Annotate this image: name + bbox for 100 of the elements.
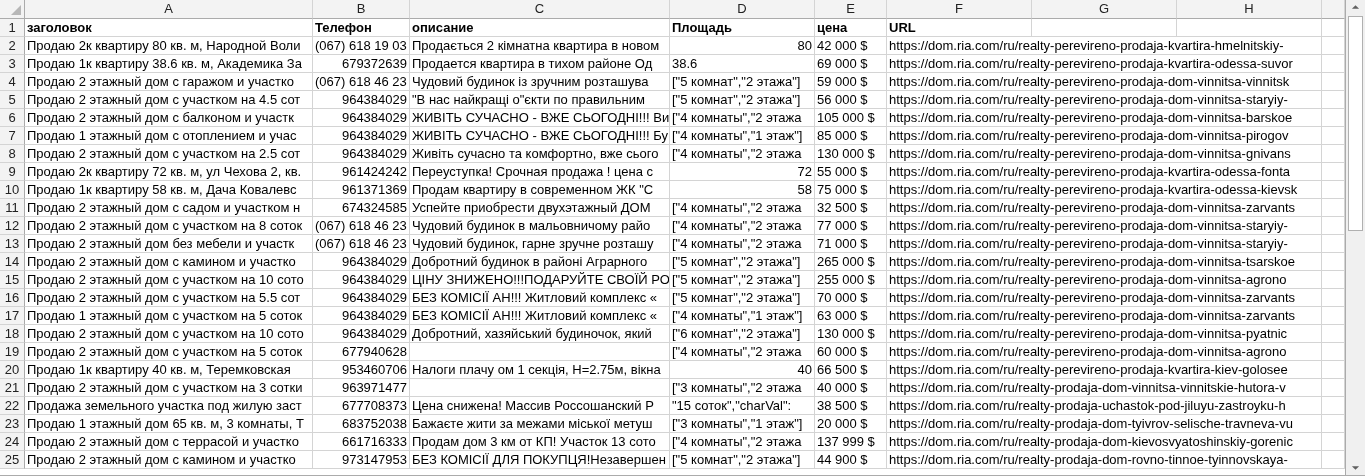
row-header[interactable]: 16 <box>0 289 25 307</box>
table-cell: (067) 618 46 23 <box>315 218 407 233</box>
table-cell: 964384029 <box>341 110 407 125</box>
table-cell: https://dom.ria.com/ru/realty-perevireno-prodaja-kvartira-odessa-fonta <box>889 164 1290 179</box>
row-header[interactable]: 13 <box>0 235 25 253</box>
row-header[interactable]: 8 <box>0 145 25 163</box>
table-cell: ЦІНУ ЗНИЖЕНО!!!ПОДАРУЙТЕ СВОЇЙ РО <box>412 272 669 287</box>
table-cell: Чудовий будинок в мальовничому райо <box>412 218 651 233</box>
table-cell: БЕЗ КОМІСІЇ АН!!! Житловий комплекс « <box>412 290 658 305</box>
table-cell: Цена снижена! Массив Россошанский Р <box>412 398 654 413</box>
table-cell: Продаю 2 этажный дом с участком на 8 соток <box>27 218 303 233</box>
scroll-up-icon[interactable] <box>1351 4 1360 10</box>
table-cell: https://dom.ria.com/ru/realty-perevireno-prodaja-dom-vinnitsa-pirogov <box>889 128 1289 143</box>
table-cell: Продаю 1к квартиру 38.6 кв. м, Академика За <box>27 56 302 71</box>
scroll-down-icon[interactable] <box>1351 465 1360 471</box>
table-cell: 964384029 <box>341 254 407 269</box>
table-cell: Продаю 2 этажный дом с участком на 3 сотки <box>27 380 303 395</box>
table-cell: Продаю 2 этажный дом с террасой и участко <box>27 434 299 449</box>
table-cell: Живіть сучасно та комфортно, вже сього <box>412 146 659 161</box>
table-cell: Бажаєте жити за межами міської метуш <box>412 416 653 431</box>
table-cell: 677708373 <box>341 398 407 413</box>
table-cell: Продается квартира в тихом районе Од <box>412 56 653 71</box>
table-cell: 973147953 <box>341 452 407 467</box>
vertical-scrollbar[interactable] <box>1345 0 1365 475</box>
row-header[interactable]: 9 <box>0 163 25 181</box>
column-header[interactable]: B <box>313 0 410 19</box>
row-header[interactable]: 25 <box>0 451 25 469</box>
table-cell: 72 <box>797 164 812 179</box>
row-header[interactable]: 19 <box>0 343 25 361</box>
table-cell: 105 000 $ <box>817 110 875 125</box>
row-header[interactable]: 20 <box>0 361 25 379</box>
table-cell: Продаю 2 этажный дом с садом и участком н <box>27 200 301 215</box>
table-cell: https://dom.ria.com/ru/realty-perevireno-prodaja-kvartira-odessa-suvor <box>889 56 1293 71</box>
table-cell: https://dom.ria.com/ru/realty-prodaja-dom-rovno-tinnoe-tyinnovskaya- <box>889 452 1288 467</box>
row-header[interactable]: 4 <box>0 73 25 91</box>
column-header[interactable]: H <box>1177 0 1322 19</box>
table-cell: Продаю 2 этажный дом с камином и участко <box>27 254 296 269</box>
table-cell: 130 000 $ <box>817 326 875 341</box>
table-cell: 964384029 <box>341 290 407 305</box>
row-header[interactable]: 2 <box>0 37 25 55</box>
column-header[interactable]: A <box>25 0 313 19</box>
table-cell: 661716333 <box>341 434 407 449</box>
table-cell: 20 000 $ <box>817 416 868 431</box>
row-header[interactable]: 18 <box>0 325 25 343</box>
table-cell: ["5 комнат","2 этажа"] <box>672 254 801 269</box>
table-cell: Чудовий будинок із зручним розташува <box>412 74 649 89</box>
table-cell: 963971477 <box>341 380 407 395</box>
column-header[interactable]: E <box>815 0 887 19</box>
table-cell: 55 000 $ <box>817 164 868 179</box>
table-cell: https://dom.ria.com/ru/realty-perevireno-prodaja-dom-vinnitsa-agrono <box>889 344 1287 359</box>
table-cell: 255 000 $ <box>817 272 875 287</box>
table-cell: https://dom.ria.com/ru/realty-perevireno-prodaja-dom-vinnitsa-pyatnic <box>889 326 1288 341</box>
table-cell: ["5 комнат","2 этажа"] <box>672 74 801 89</box>
row-header[interactable]: 22 <box>0 397 25 415</box>
table-cell: 130 000 $ <box>817 146 875 161</box>
table-cell: https://dom.ria.com/ru/realty-prodaja-dom-tyivrov-selische-travneva-vu <box>889 416 1293 431</box>
row-header[interactable]: 21 <box>0 379 25 397</box>
table-cell: 40 000 $ <box>817 380 868 395</box>
row-header[interactable]: 6 <box>0 109 25 127</box>
table-cell: Продам дом 3 км от КП! Участок 13 сото <box>412 434 656 449</box>
table-cell: ["4 комнаты","2 этажа <box>672 110 802 125</box>
table-cell: "15 соток","charVal": <box>672 398 792 413</box>
column-header[interactable] <box>1322 0 1345 19</box>
row-header[interactable]: 12 <box>0 217 25 235</box>
table-cell: Продаю 2 этажный дом с участком на 4.5 сот <box>27 92 301 107</box>
table-cell: 44 900 $ <box>817 452 868 467</box>
row-header[interactable]: 3 <box>0 55 25 73</box>
row-header[interactable]: 24 <box>0 433 25 451</box>
row-header[interactable]: 10 <box>0 181 25 199</box>
column-header[interactable]: D <box>670 0 815 19</box>
row-header[interactable]: 14 <box>0 253 25 271</box>
table-cell: Продаю 2 этажный дом без мебели и участк <box>27 236 295 251</box>
table-cell: ["4 комнаты","2 этажа <box>672 344 802 359</box>
table-cell: 80 <box>797 38 812 53</box>
select-all-icon[interactable] <box>11 5 21 15</box>
column-header[interactable]: G <box>1032 0 1177 19</box>
table-cell: https://dom.ria.com/ru/realty-perevireno-prodaja-dom-vinnitsa-vinnitsk <box>889 74 1290 89</box>
table-cell: Продаю 2 этажный дом с балконом и участк <box>27 110 294 125</box>
table-cell: 58 <box>797 182 812 197</box>
table-cell: "В нас найкращі о"єкти по правильним <box>412 92 645 107</box>
table-cell: https://dom.ria.com/ru/realty-perevireno-prodaja-kvartira-kiev-golosee <box>889 362 1288 377</box>
row-header[interactable]: 5 <box>0 91 25 109</box>
table-cell: ["5 комнат","2 этажа"] <box>672 272 801 287</box>
table-cell: https://dom.ria.com/ru/realty-perevireno-prodaja-dom-vinnitsa-agrono <box>889 272 1287 287</box>
row-header[interactable]: 1 <box>0 19 25 37</box>
column-header[interactable]: C <box>410 0 670 19</box>
row-header[interactable]: 23 <box>0 415 25 433</box>
table-cell: 961424242 <box>341 164 407 179</box>
scrollbar-thumb[interactable] <box>1348 16 1363 231</box>
table-cell: Успейте приобрести двухэтажный ДОМ <box>412 200 651 215</box>
row-header[interactable]: 7 <box>0 127 25 145</box>
row-header[interactable]: 17 <box>0 307 25 325</box>
row-header[interactable]: 15 <box>0 271 25 289</box>
table-cell: Продаю 1 этажный дом с отоплением и учас <box>27 128 297 143</box>
table-cell: ["6 комнат","2 этажа"] <box>672 326 801 341</box>
table-cell: https://dom.ria.com/ru/realty-perevireno-prodaja-kvartira-hmelnitskiy- <box>889 38 1284 53</box>
row-header[interactable]: 11 <box>0 199 25 217</box>
table-cell: Добротний будинок в районі Аграрного <box>412 254 648 269</box>
column-header[interactable]: F <box>887 0 1032 19</box>
table-cell: (067) 618 19 03 <box>315 38 407 53</box>
